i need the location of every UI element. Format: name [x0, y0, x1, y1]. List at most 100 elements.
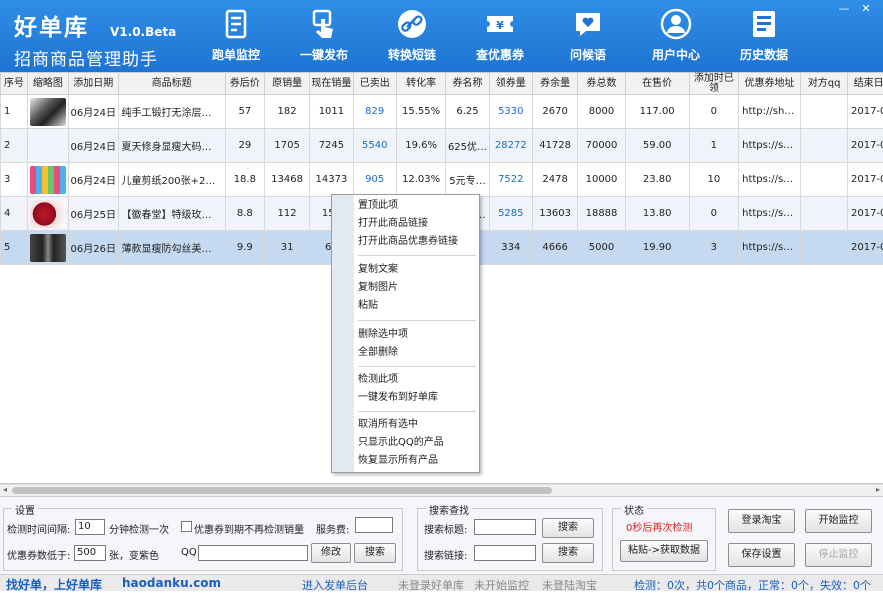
menu-item-show-all[interactable]: 恢复显示所有产品 — [358, 453, 438, 469]
nav-history-data[interactable]: 历史数据 — [724, 8, 804, 63]
title-cell: 儿童剪纸200张+2… — [118, 163, 225, 197]
nav-run-monitor[interactable]: 跑单监控 — [196, 8, 276, 63]
login-taobao-button[interactable]: 登录淘宝 — [728, 509, 795, 533]
table-row[interactable]: 1 06月24日 纯手工锻打无涂层… 57 182 1011 829 15.55… — [1, 95, 883, 129]
column-header[interactable]: 现在销量 — [310, 73, 353, 95]
qq-input[interactable] — [198, 545, 308, 561]
menu-item-show-this-qq-only[interactable]: 只显示此QQ的产品 — [358, 435, 444, 451]
menu-item-deselect-all[interactable]: 取消所有选中 — [358, 417, 418, 433]
price-after-cell: 29 — [225, 129, 264, 163]
date-cell: 06月24日 — [69, 129, 118, 163]
scroll-left-icon[interactable]: ◂ — [3, 485, 7, 494]
slogan: 找好单，上好单库 — [6, 576, 102, 593]
row-number: 1 — [1, 95, 28, 129]
sold-cell: 5540 — [353, 129, 396, 163]
price-after-cell: 57 — [225, 95, 264, 129]
claimed-cell: 5330 — [489, 95, 532, 129]
column-header[interactable]: 缩略图 — [27, 73, 68, 95]
column-header[interactable]: 券后价 — [225, 73, 264, 95]
column-header[interactable]: 领券量 — [489, 73, 532, 95]
menu-item-publish-to-haodanku[interactable]: 一键发布到好单库 — [358, 390, 438, 406]
qq-cell — [800, 163, 847, 197]
column-header[interactable]: 添加时已领 — [689, 73, 738, 95]
column-header[interactable]: 商品标题 — [118, 73, 225, 95]
nav-user-center[interactable]: 用户中心 — [636, 8, 716, 63]
start-monitor-button[interactable]: 开始监控 — [805, 509, 872, 533]
coupon-url-cell: http://sh… — [739, 95, 801, 129]
column-header[interactable]: 券余量 — [532, 73, 577, 95]
thumbnail-cell — [27, 197, 68, 231]
column-header[interactable]: 添加日期 — [69, 73, 118, 95]
search-title-label: 搜索标题: — [424, 521, 467, 536]
qq-search-button[interactable]: 搜索 — [354, 543, 396, 563]
scroll-right-icon[interactable]: ▸ — [876, 485, 880, 494]
menu-item-pin-top[interactable]: 置顶此项 — [358, 198, 398, 214]
menu-item-open-coupon-link[interactable]: 打开此商品优惠券链接 — [358, 234, 458, 250]
minimize-button[interactable]: — — [833, 2, 855, 15]
total-cell: 18888 — [578, 197, 625, 231]
nav-one-click-publish[interactable]: 一键发布 — [284, 8, 364, 63]
interval-input[interactable]: 10 — [75, 519, 105, 535]
product-thumbnail — [30, 98, 66, 126]
save-settings-button[interactable]: 保存设置 — [728, 543, 795, 567]
expire-checkbox-label: 优惠券到期不再检测销量 — [194, 521, 304, 536]
menu-item-copy-text[interactable]: 复制文案 — [358, 262, 398, 278]
total-cell: 70000 — [578, 129, 625, 163]
expire-checkbox[interactable] — [181, 521, 192, 532]
search-link-input[interactable] — [474, 545, 536, 561]
qq-cell — [800, 197, 847, 231]
menu-item-copy-image[interactable]: 复制图片 — [358, 280, 398, 296]
nav-find-coupons[interactable]: ¥ 查优惠券 — [460, 8, 540, 63]
conversion-cell: 19.6% — [396, 129, 445, 163]
qq-cell — [800, 231, 847, 265]
search-link-button[interactable]: 搜索 — [542, 543, 594, 563]
column-header[interactable]: 结束日期 — [848, 73, 883, 95]
paste-fetch-button[interactable]: 粘贴->获取数据 — [620, 540, 708, 562]
horizontal-scrollbar[interactable]: ◂ ▸ — [0, 484, 883, 496]
column-header[interactable]: 在售价 — [625, 73, 689, 95]
column-header[interactable]: 转化率 — [396, 73, 445, 95]
site-link[interactable]: haodanku.com — [122, 576, 221, 590]
brand-version: V1.0.Beta — [110, 25, 190, 39]
menu-item-delete-selected[interactable]: 删除选中项 — [358, 327, 408, 343]
scrollbar-thumb[interactable] — [12, 487, 552, 494]
nav-greetings[interactable]: 问候语 — [548, 8, 628, 63]
column-header[interactable]: 序号 — [1, 73, 28, 95]
table-row[interactable]: 2 06月24日 夏天修身显瘦大码… 29 1705 7245 5540 19.… — [1, 129, 883, 163]
search-title-button[interactable]: 搜索 — [542, 518, 594, 538]
column-header[interactable]: 原销量 — [264, 73, 309, 95]
claimed-cell: 7522 — [489, 163, 532, 197]
menu-item-check-this[interactable]: 检测此项 — [358, 372, 398, 388]
stop-monitor-button[interactable]: 停止监控 — [805, 543, 872, 567]
claimed-cell: 5285 — [489, 197, 532, 231]
menu-item-delete-all[interactable]: 全部删除 — [358, 345, 398, 361]
service-fee-input[interactable] — [355, 517, 393, 533]
price-after-cell: 18.8 — [225, 163, 264, 197]
column-header[interactable]: 券总数 — [578, 73, 625, 95]
modify-button[interactable]: 修改 — [311, 543, 351, 563]
menu-item-paste[interactable]: 粘贴 — [358, 298, 378, 314]
coupon-low-unit: 张，变紫色 — [109, 547, 159, 562]
cur-sales-cell: 14373 — [310, 163, 353, 197]
touch-icon — [308, 8, 340, 40]
search-link-label: 搜索链接: — [424, 547, 467, 562]
menu-separator — [358, 366, 476, 367]
column-header[interactable]: 券名称 — [446, 73, 489, 95]
nav-short-link[interactable]: 转换短链 — [372, 8, 452, 63]
close-button[interactable]: ✕ — [855, 2, 877, 15]
search-title-input[interactable] — [474, 519, 536, 535]
price-after-cell: 8.8 — [225, 197, 264, 231]
coupon-low-input[interactable]: 500 — [74, 545, 106, 561]
column-header[interactable]: 对方qq — [800, 73, 847, 95]
column-header[interactable]: 优惠券地址 — [739, 73, 801, 95]
coupon-name-cell: 5元专… — [446, 163, 489, 197]
claimed-at-add-cell: 10 — [689, 163, 738, 197]
remain-cell: 13603 — [532, 197, 577, 231]
date-cell: 06月24日 — [69, 95, 118, 129]
coupon-url-cell: https://s… — [739, 129, 801, 163]
row-number: 5 — [1, 231, 28, 265]
column-header[interactable]: 已卖出 — [353, 73, 396, 95]
row-number: 3 — [1, 163, 28, 197]
table-row[interactable]: 3 06月24日 儿童剪纸200张+2… 18.8 13468 14373 90… — [1, 163, 883, 197]
menu-item-open-product-link[interactable]: 打开此商品链接 — [358, 216, 428, 232]
